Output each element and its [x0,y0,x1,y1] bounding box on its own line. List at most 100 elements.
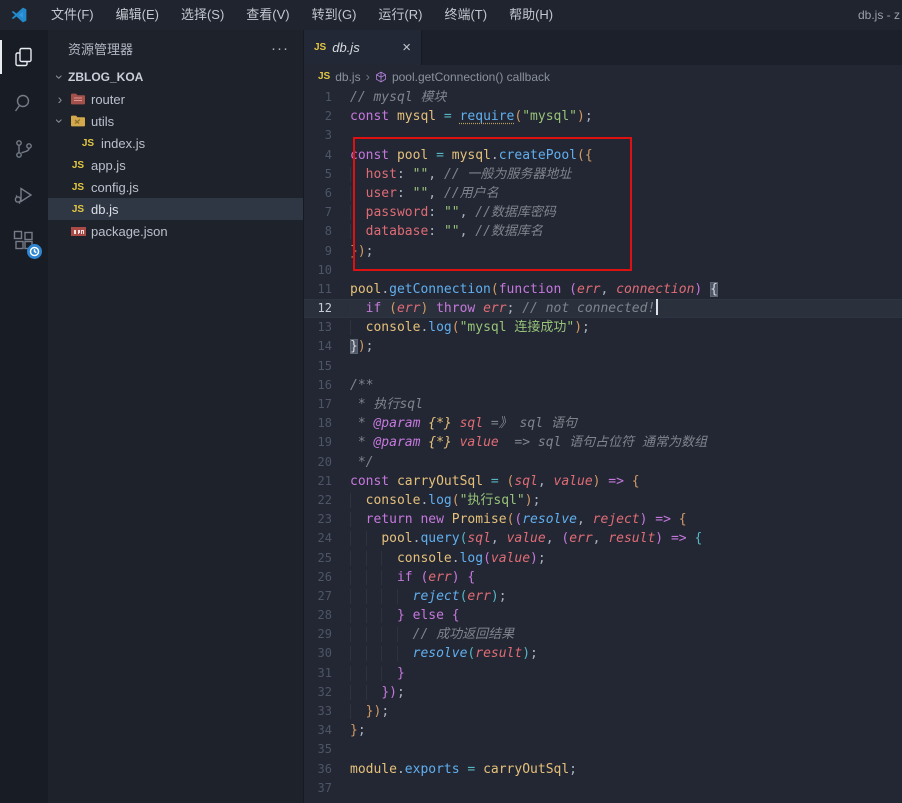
menu-终端[interactable]: 终端(T) [433,0,498,30]
token: = [483,474,506,489]
chevron-down-icon[interactable]: › [52,113,68,129]
code-line-1[interactable]: 1// mysql 模块 [304,88,902,107]
code-line-6[interactable]: 6 user: "", //用户名 [304,184,902,203]
code-line-33[interactable]: 33 }); [304,702,902,721]
token: =》 sql 语句 [483,416,577,431]
code-line-37[interactable]: 37 [304,779,902,798]
code-line-8[interactable]: 8 database: "", //数据库名 [304,222,902,241]
code-line-19[interactable]: 19 * @param {*} value => sql 语句占位符 通常为数组 [304,433,902,452]
token: @param [373,416,428,431]
file-item-index.js[interactable]: JSindex.js [48,132,303,154]
run-debug-icon[interactable] [0,172,48,218]
menu-转到[interactable]: 转到(G) [301,0,368,30]
code-line-24[interactable]: 24 pool.query(sql, value, (err, result) … [304,529,902,548]
indent-guide [350,608,366,623]
close-icon[interactable]: × [402,39,411,56]
code-line-10[interactable]: 10 [304,261,902,280]
token: = [428,148,451,163]
code-line-17[interactable]: 17 * 执行sql [304,395,902,414]
code-line-21[interactable]: 21const carryOutSql = (sql, value) => { [304,472,902,491]
chevron-right-icon[interactable]: › [52,91,68,107]
search-icon[interactable] [0,80,48,126]
code-line-22[interactable]: 22 console.log("执行sql"); [304,491,902,510]
file-item-package.json[interactable]: package.json [48,220,303,242]
token: value [460,435,499,450]
code-line-4[interactable]: 4const pool = mysql.createPool({ [304,146,902,165]
more-actions-button[interactable]: ··· [271,40,289,57]
line-number: 23 [304,510,350,529]
source-control-icon[interactable] [0,126,48,172]
token: , [546,531,562,546]
token: const [350,474,397,489]
line-number: 15 [304,357,350,376]
breadcrumb-file[interactable]: db.js [335,70,360,84]
code-line-9[interactable]: 9}); [304,242,902,261]
indent-guide [366,551,382,566]
menu-运行[interactable]: 运行(R) [367,0,433,30]
token: else [405,608,452,623]
token: ) [655,531,663,546]
code-line-5[interactable]: 5 host: "", // 一般为服务器地址 [304,165,902,184]
menu-文件[interactable]: 文件(F) [40,0,105,30]
file-item-router[interactable]: ›router [48,88,303,110]
code-line-32[interactable]: 32 }); [304,683,902,702]
token: ; [358,723,366,738]
code-line-2[interactable]: 2const mysql = require("mysql"); [304,107,902,126]
line-number: 22 [304,491,350,510]
breadcrumb-symbol[interactable]: pool.getConnection() callback [392,70,550,84]
code-line-28[interactable]: 28 } else { [304,606,902,625]
line-number: 33 [304,702,350,721]
token: ; [366,339,374,354]
line-number: 26 [304,568,350,587]
code-line-34[interactable]: 34}; [304,721,902,740]
tab-dbjs[interactable]: JS db.js × [304,30,422,65]
js-file-icon: JS [68,204,88,215]
code-line-35[interactable]: 35 [304,740,902,759]
line-number: 8 [304,222,350,241]
token: user [366,186,397,201]
code-line-12[interactable]: 12 if (err) throw err; // not connected! [304,299,902,318]
indent-guide [366,646,382,661]
explorer-icon[interactable] [0,34,48,80]
breadcrumb: JS db.js › pool.getConnection() callback [304,65,902,88]
token: ; [569,762,577,777]
code-line-29[interactable]: 29 // 成功返回结果 [304,625,902,644]
code-line-30[interactable]: 30 resolve(result); [304,644,902,663]
js-file-icon: JS [78,138,98,149]
token: ( [569,282,577,297]
code-line-31[interactable]: 31 } [304,664,902,683]
chevron-down-icon: › [52,69,68,85]
workspace-root[interactable]: › ZBLOG_KOA [48,66,303,88]
code-line-3[interactable]: 3 [304,126,902,145]
token: ; [366,244,374,259]
code-line-23[interactable]: 23 return new Promise((resolve, reject) … [304,510,902,529]
line-number: 9 [304,242,350,261]
code-line-13[interactable]: 13 console.log("mysql 连接成功"); [304,318,902,337]
indent-guide [350,646,366,661]
extensions-icon[interactable] [0,218,48,264]
menu-帮助[interactable]: 帮助(H) [498,0,564,30]
code-area[interactable]: 1// mysql 模块2const mysql = require("mysq… [304,88,902,803]
code-line-11[interactable]: 11pool.getConnection(function (err, conn… [304,280,902,299]
code-line-18[interactable]: 18 * @param {*} sql =》 sql 语句 [304,414,902,433]
menu-查看[interactable]: 查看(V) [235,0,300,30]
file-item-app.js[interactable]: JSapp.js [48,154,303,176]
file-item-config.js[interactable]: JSconfig.js [48,176,303,198]
file-item-utils[interactable]: ›utils [48,110,303,132]
token: // 一般为服务器地址 [444,167,571,182]
code-line-7[interactable]: 7 password: "", //数据库密码 [304,203,902,222]
token: => [663,531,694,546]
code-line-20[interactable]: 20 */ [304,453,902,472]
code-line-16[interactable]: 16/** [304,376,902,395]
code-line-26[interactable]: 26 if (err) { [304,568,902,587]
code-line-15[interactable]: 15 [304,357,902,376]
token: module [350,762,397,777]
code-line-36[interactable]: 36module.exports = carryOutSql; [304,760,902,779]
code-line-14[interactable]: 14}); [304,337,902,356]
menu-编辑[interactable]: 编辑(E) [105,0,170,30]
code-line-27[interactable]: 27 reject(err); [304,587,902,606]
menu-选择[interactable]: 选择(S) [170,0,235,30]
file-item-db.js[interactable]: JSdb.js [48,198,303,220]
token: { [694,531,702,546]
code-line-25[interactable]: 25 console.log(value); [304,549,902,568]
